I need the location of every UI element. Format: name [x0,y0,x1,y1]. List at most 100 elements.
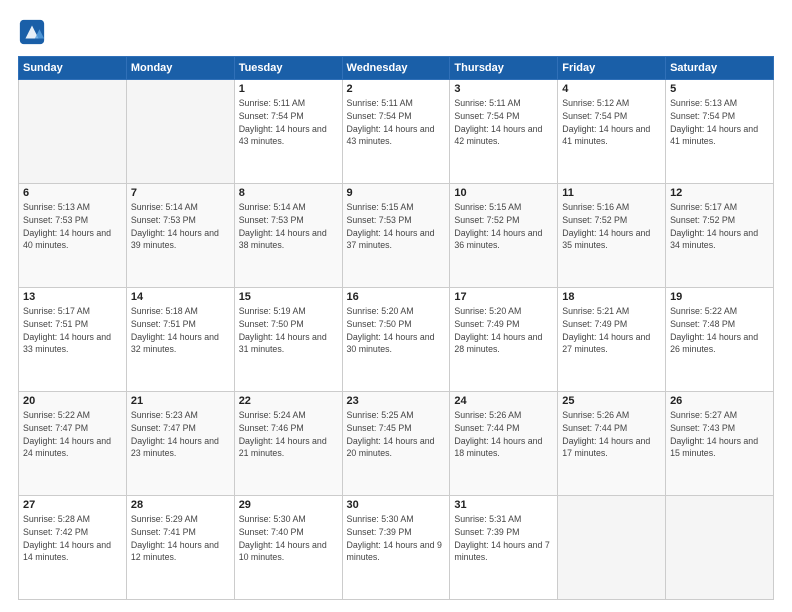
day-number: 16 [347,291,446,303]
header [18,18,774,46]
day-number: 22 [239,395,338,407]
col-tuesday: Tuesday [234,57,342,80]
day-number: 12 [670,187,769,199]
table-row [126,80,234,184]
day-number: 7 [131,187,230,199]
table-row: 19Sunrise: 5:22 AMSunset: 7:48 PMDayligh… [666,288,774,392]
table-row: 14 Sunrise: 5:18 AMSunset: 7:51 PMDayligh… [126,288,234,392]
day-detail: Sunrise: 5:14 AMSunset: 7:53 PMDaylight:… [131,201,230,252]
calendar-week-row: 6Sunrise: 5:13 AMSunset: 7:53 PMDaylight… [19,184,774,288]
day-detail: Sunrise: 5:19 AMSunset: 7:50 PMDaylight:… [239,305,338,356]
col-monday: Monday [126,57,234,80]
day-detail: Sunrise: 5:13 AMSunset: 7:53 PMDaylight:… [23,201,122,252]
day-number: 27 [23,499,122,511]
day-number: 31 [454,499,553,511]
logo-icon [18,18,46,46]
day-number: 29 [239,499,338,511]
table-row: 31 Sunrise: 5:31 AMSunset: 7:39 PMDayligh… [450,496,558,600]
day-detail: Sunrise: 5:24 AMSunset: 7:46 PMDaylight:… [239,409,338,460]
table-row: 9 Sunrise: 5:15 AMSunset: 7:53 PMDaylight… [342,184,450,288]
day-number: 18 [562,291,661,303]
day-detail: Sunrise: 5:16 AMSunset: 7:52 PMDaylight:… [562,201,661,252]
day-detail: Sunrise: 5:17 AMSunset: 7:52 PMDaylight:… [670,201,769,252]
calendar-page: Sunday Monday Tuesday Wednesday Thursday… [0,0,792,612]
day-detail: Sunrise: 5:14 AMSunset: 7:53 PMDaylight:… [239,201,338,252]
table-row: 8 Sunrise: 5:14 AMSunset: 7:53 PMDaylight… [234,184,342,288]
table-row: 20 Sunrise: 5:22 AMSunset: 7:47 PMDayligh… [19,392,127,496]
day-number: 8 [239,187,338,199]
calendar-table: Sunday Monday Tuesday Wednesday Thursday… [18,56,774,600]
day-detail: Sunrise: 5:20 AMSunset: 7:50 PMDaylight:… [347,305,446,356]
col-saturday: Saturday [666,57,774,80]
calendar-week-row: 1 Sunrise: 5:11 AMSunset: 7:54 PMDaylight… [19,80,774,184]
table-row: 24 Sunrise: 5:26 AMSunset: 7:44 PMDayligh… [450,392,558,496]
day-detail: Sunrise: 5:18 AMSunset: 7:51 PMDaylight:… [131,305,230,356]
day-detail: Sunrise: 5:29 AMSunset: 7:41 PMDaylight:… [131,513,230,564]
day-number: 20 [23,395,122,407]
day-number: 1 [239,83,338,95]
day-number: 15 [239,291,338,303]
day-detail: Sunrise: 5:28 AMSunset: 7:42 PMDaylight:… [23,513,122,564]
day-detail: Sunrise: 5:15 AMSunset: 7:53 PMDaylight:… [347,201,446,252]
day-detail: Sunrise: 5:27 AMSunset: 7:43 PMDaylight:… [670,409,769,460]
day-detail: Sunrise: 5:26 AMSunset: 7:44 PMDaylight:… [562,409,661,460]
day-number: 2 [347,83,446,95]
table-row: 3Sunrise: 5:11 AMSunset: 7:54 PMDaylight… [450,80,558,184]
table-row: 17 Sunrise: 5:20 AMSunset: 7:49 PMDayligh… [450,288,558,392]
calendar-week-row: 27 Sunrise: 5:28 AMSunset: 7:42 PMDayligh… [19,496,774,600]
table-row: 30 Sunrise: 5:30 AMSunset: 7:39 PMDayligh… [342,496,450,600]
table-row: 25 Sunrise: 5:26 AMSunset: 7:44 PMDayligh… [558,392,666,496]
table-row: 7 Sunrise: 5:14 AMSunset: 7:53 PMDaylight… [126,184,234,288]
col-wednesday: Wednesday [342,57,450,80]
day-number: 30 [347,499,446,511]
day-number: 23 [347,395,446,407]
table-row: 12 Sunrise: 5:17 AMSunset: 7:52 PMDayligh… [666,184,774,288]
day-number: 17 [454,291,553,303]
table-row: 1Sunrise: 5:11 AMSunset: 7:54 PMDaylight… [234,80,342,184]
day-number: 4 [562,83,661,95]
table-row: 10Sunrise: 5:15 AMSunset: 7:52 PMDayligh… [450,184,558,288]
table-row [558,496,666,600]
table-row: 15 Sunrise: 5:19 AMSunset: 7:50 PMDayligh… [234,288,342,392]
table-row: 11 Sunrise: 5:16 AMSunset: 7:52 PMDayligh… [558,184,666,288]
day-number: 3 [454,83,553,95]
day-number: 21 [131,395,230,407]
table-row: 26 Sunrise: 5:27 AMSunset: 7:43 PMDayligh… [666,392,774,496]
day-number: 13 [23,291,122,303]
calendar-header-row: Sunday Monday Tuesday Wednesday Thursday… [19,57,774,80]
day-number: 24 [454,395,553,407]
table-row: 27 Sunrise: 5:28 AMSunset: 7:42 PMDayligh… [19,496,127,600]
day-detail: Sunrise: 5:13 AMSunset: 7:54 PMDaylight:… [670,97,769,148]
col-thursday: Thursday [450,57,558,80]
day-number: 11 [562,187,661,199]
table-row: 18 Sunrise: 5:21 AMSunset: 7:49 PMDayligh… [558,288,666,392]
day-detail: Sunrise: 5:17 AMSunset: 7:51 PMDaylight:… [23,305,122,356]
day-detail: Sunrise: 5:30 AMSunset: 7:39 PMDaylight:… [347,513,446,564]
day-detail: Sunrise: 5:20 AMSunset: 7:49 PMDaylight:… [454,305,553,356]
table-row: 4 Sunrise: 5:12 AMSunset: 7:54 PMDaylight… [558,80,666,184]
calendar-week-row: 13 Sunrise: 5:17 AMSunset: 7:51 PMDayligh… [19,288,774,392]
day-detail: Sunrise: 5:21 AMSunset: 7:49 PMDaylight:… [562,305,661,356]
day-number: 28 [131,499,230,511]
table-row: 5 Sunrise: 5:13 AMSunset: 7:54 PMDaylight… [666,80,774,184]
day-number: 25 [562,395,661,407]
table-row: 29 Sunrise: 5:30 AMSunset: 7:40 PMDayligh… [234,496,342,600]
table-row: 28 Sunrise: 5:29 AMSunset: 7:41 PMDayligh… [126,496,234,600]
table-row: 6Sunrise: 5:13 AMSunset: 7:53 PMDaylight… [19,184,127,288]
day-detail: Sunrise: 5:12 AMSunset: 7:54 PMDaylight:… [562,97,661,148]
day-number: 14 [131,291,230,303]
day-detail: Sunrise: 5:31 AMSunset: 7:39 PMDaylight:… [454,513,553,564]
logo [18,18,50,46]
col-sunday: Sunday [19,57,127,80]
day-detail: Sunrise: 5:22 AMSunset: 7:47 PMDaylight:… [23,409,122,460]
day-number: 10 [454,187,553,199]
day-number: 5 [670,83,769,95]
day-detail: Sunrise: 5:26 AMSunset: 7:44 PMDaylight:… [454,409,553,460]
day-detail: Sunrise: 5:11 AMSunset: 7:54 PMDaylight:… [347,97,446,148]
day-number: 9 [347,187,446,199]
day-number: 26 [670,395,769,407]
table-row [666,496,774,600]
col-friday: Friday [558,57,666,80]
table-row: 16 Sunrise: 5:20 AMSunset: 7:50 PMDayligh… [342,288,450,392]
day-detail: Sunrise: 5:30 AMSunset: 7:40 PMDaylight:… [239,513,338,564]
